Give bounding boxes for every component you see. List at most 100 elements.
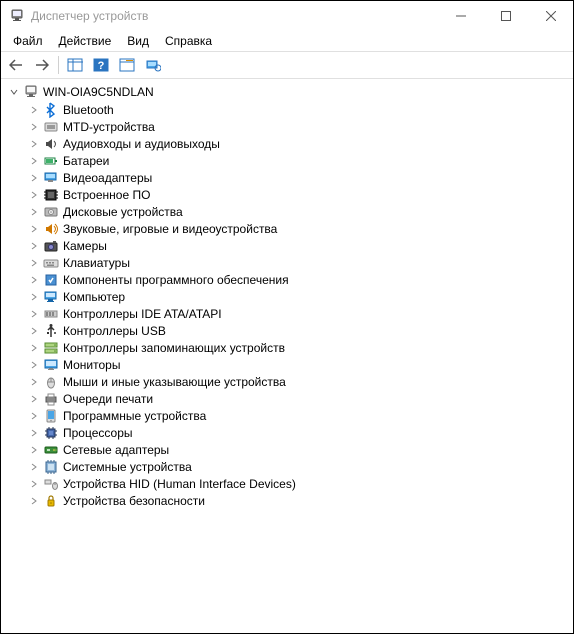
scan-hardware-button[interactable] xyxy=(141,54,165,76)
chevron-right-icon[interactable] xyxy=(27,443,41,457)
chevron-right-icon[interactable] xyxy=(27,188,41,202)
software-icon xyxy=(43,272,59,288)
tree-node[interactable]: Компьютер xyxy=(23,288,571,305)
tree-node[interactable]: Контроллеры запоминающих устройств xyxy=(23,339,571,356)
toolbar-separator xyxy=(58,56,59,74)
tree-node-label: Камеры xyxy=(63,239,107,253)
tree-node-label: Мыши и иные указывающие устройства xyxy=(63,375,286,389)
maximize-button[interactable] xyxy=(483,1,528,31)
minimize-button[interactable] xyxy=(438,1,483,31)
tree-node-label: Клавиатуры xyxy=(63,256,130,270)
print-queue-icon xyxy=(43,391,59,407)
chevron-right-icon[interactable] xyxy=(27,154,41,168)
tree-root-node[interactable]: WIN-OIA9C5NDLAN xyxy=(3,83,571,101)
chevron-right-icon[interactable] xyxy=(27,375,41,389)
firmware-icon xyxy=(43,187,59,203)
tree-node-label: Очереди печати xyxy=(63,392,153,406)
app-icon xyxy=(9,8,25,24)
tree-node-label: Компьютер xyxy=(63,290,125,304)
tree-node[interactable]: Устройства HID (Human Interface Devices) xyxy=(23,475,571,492)
tree-node[interactable]: Звуковые, игровые и видеоустройства xyxy=(23,220,571,237)
menu-action[interactable]: Действие xyxy=(51,32,120,50)
window-title: Диспетчер устройств xyxy=(31,9,438,23)
tree-node[interactable]: Контроллеры IDE ATA/ATAPI xyxy=(23,305,571,322)
tree-node-label: Контроллеры IDE ATA/ATAPI xyxy=(63,307,222,321)
tree-node[interactable]: Мониторы xyxy=(23,356,571,373)
tree-node[interactable]: Процессоры xyxy=(23,424,571,441)
tree-node[interactable]: Сетевые адаптеры xyxy=(23,441,571,458)
tree-node[interactable]: Мыши и иные указывающие устройства xyxy=(23,373,571,390)
chevron-right-icon[interactable] xyxy=(27,409,41,423)
chevron-right-icon[interactable] xyxy=(27,324,41,338)
menu-file[interactable]: Файл xyxy=(5,32,51,50)
chevron-right-icon[interactable] xyxy=(27,120,41,134)
chevron-down-icon[interactable] xyxy=(7,85,21,99)
computer-icon xyxy=(43,289,59,305)
tree-node[interactable]: Устройства безопасности xyxy=(23,492,571,509)
tree-node-label: Звуковые, игровые и видеоустройства xyxy=(63,222,277,236)
tree-node[interactable]: MTD-устройства xyxy=(23,118,571,135)
chevron-right-icon[interactable] xyxy=(27,426,41,440)
chevron-right-icon[interactable] xyxy=(27,392,41,406)
usb-icon xyxy=(43,323,59,339)
tree-node[interactable]: Встроенное ПО xyxy=(23,186,571,203)
tree-node-label: Программные устройства xyxy=(63,409,206,423)
sound-icon xyxy=(43,221,59,237)
tree-node[interactable]: Камеры xyxy=(23,237,571,254)
computer-icon xyxy=(23,84,39,100)
chevron-right-icon[interactable] xyxy=(27,222,41,236)
chevron-right-icon[interactable] xyxy=(27,256,41,270)
tree-node-label: Bluetooth xyxy=(63,103,114,117)
battery-icon xyxy=(43,153,59,169)
ide-icon xyxy=(43,306,59,322)
chevron-right-icon[interactable] xyxy=(27,307,41,321)
close-button[interactable] xyxy=(528,1,573,31)
forward-button[interactable] xyxy=(30,54,54,76)
tree-node[interactable]: Батареи xyxy=(23,152,571,169)
monitor-icon xyxy=(43,357,59,373)
audio-icon xyxy=(43,136,59,152)
tree-node[interactable]: Компоненты программного обеспечения xyxy=(23,271,571,288)
tree-node-label: Видеоадаптеры xyxy=(63,171,152,185)
menu-help[interactable]: Справка xyxy=(157,32,220,50)
keyboard-icon xyxy=(43,255,59,271)
back-button[interactable] xyxy=(4,54,28,76)
tree-node[interactable]: Очереди печати xyxy=(23,390,571,407)
tree-node-label: Процессоры xyxy=(63,426,133,440)
tree-node[interactable]: Дисковые устройства xyxy=(23,203,571,220)
chevron-right-icon[interactable] xyxy=(27,358,41,372)
chevron-right-icon[interactable] xyxy=(27,273,41,287)
software-device-icon xyxy=(43,408,59,424)
help-button[interactable]: ? xyxy=(89,54,113,76)
chevron-right-icon[interactable] xyxy=(27,494,41,508)
window-controls xyxy=(438,1,573,31)
show-hide-tree-button[interactable] xyxy=(63,54,87,76)
device-tree[interactable]: WIN-OIA9C5NDLAN BluetoothMTD-устройства А… xyxy=(1,79,573,633)
properties-button[interactable] xyxy=(115,54,139,76)
system-icon xyxy=(43,459,59,475)
tree-node-label: Аудиовходы и аудиовыходы xyxy=(63,137,220,151)
tree-node[interactable]: Клавиатуры xyxy=(23,254,571,271)
tree-node[interactable]: Программные устройства xyxy=(23,407,571,424)
disk-icon xyxy=(43,204,59,220)
chevron-right-icon[interactable] xyxy=(27,171,41,185)
tree-node-label: Контроллеры USB xyxy=(63,324,166,338)
tree-node[interactable]: Видеоадаптеры xyxy=(23,169,571,186)
tree-node[interactable]: Аудиовходы и аудиовыходы xyxy=(23,135,571,152)
tree-node[interactable]: Контроллеры USB xyxy=(23,322,571,339)
chevron-right-icon[interactable] xyxy=(27,341,41,355)
chevron-right-icon[interactable] xyxy=(27,460,41,474)
mtd-icon xyxy=(43,119,59,135)
chevron-right-icon[interactable] xyxy=(27,205,41,219)
chevron-right-icon[interactable] xyxy=(27,290,41,304)
menubar: Файл Действие Вид Справка xyxy=(1,31,573,51)
chevron-right-icon[interactable] xyxy=(27,137,41,151)
chevron-right-icon[interactable] xyxy=(27,103,41,117)
storage-controller-icon xyxy=(43,340,59,356)
titlebar: Диспетчер устройств xyxy=(1,1,573,31)
tree-node[interactable]: Системные устройства xyxy=(23,458,571,475)
tree-node[interactable]: Bluetooth xyxy=(23,101,571,118)
chevron-right-icon[interactable] xyxy=(27,477,41,491)
chevron-right-icon[interactable] xyxy=(27,239,41,253)
menu-view[interactable]: Вид xyxy=(119,32,157,50)
